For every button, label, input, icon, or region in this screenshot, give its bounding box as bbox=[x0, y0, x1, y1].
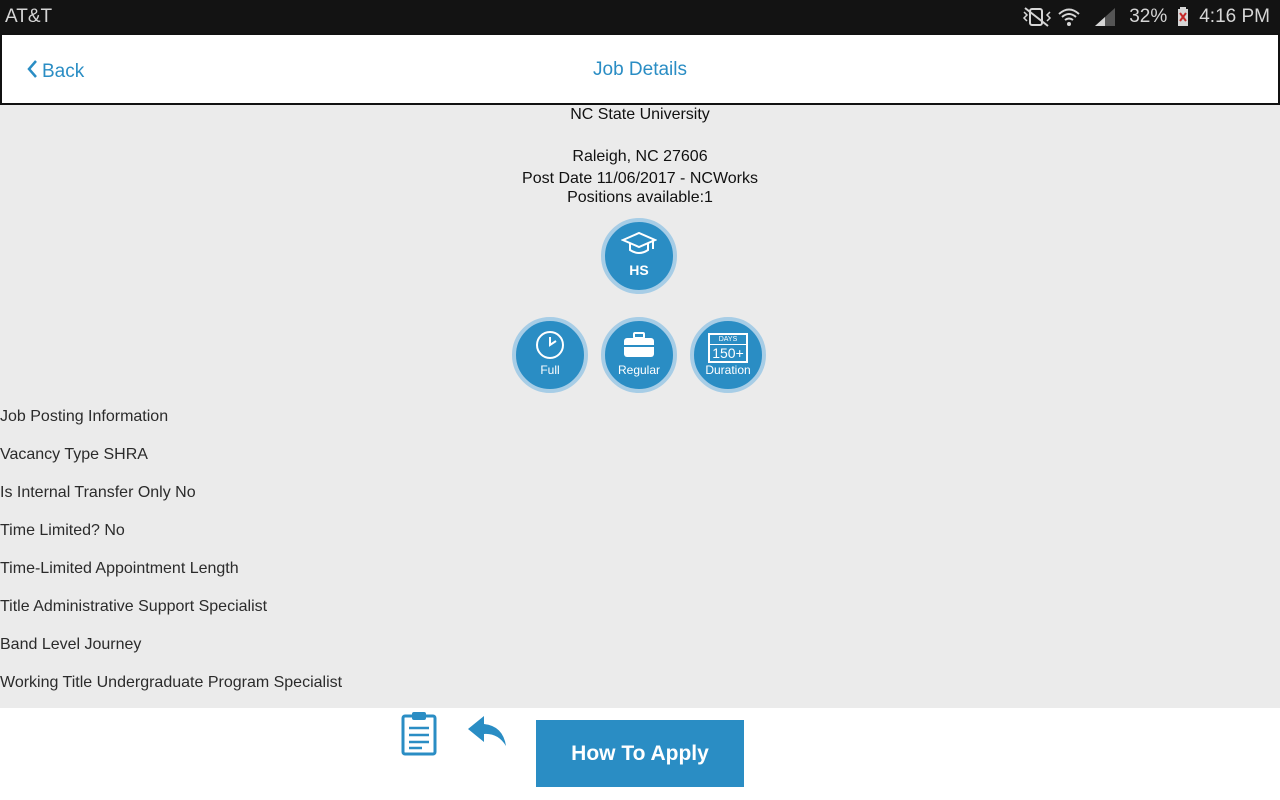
info-line: Time-Limited Appointment Length bbox=[0, 560, 239, 577]
job-type-label: Regular bbox=[617, 363, 661, 377]
page-title: Job Details bbox=[593, 59, 687, 80]
clock: 4:16 PM bbox=[1199, 6, 1270, 27]
info-line: Vacancy Type SHRA bbox=[0, 446, 148, 463]
battery-icon bbox=[1177, 7, 1189, 27]
job-type-badge: Regular bbox=[601, 317, 677, 393]
info-line: Band Level Journey bbox=[0, 636, 142, 653]
info-line: Title Administrative Support Specialist bbox=[0, 598, 268, 615]
info-line: Time Limited? No bbox=[0, 522, 125, 539]
job-location: Raleigh, NC 27606 bbox=[572, 148, 708, 165]
employer-name: NC State University bbox=[570, 106, 710, 123]
battery-percent: 32% bbox=[1129, 6, 1168, 27]
wifi-icon bbox=[1057, 7, 1083, 27]
job-details-content[interactable]: NC State University Raleigh, NC 27606 Po… bbox=[0, 105, 1280, 708]
reply-icon[interactable] bbox=[466, 714, 508, 755]
duration-days: DAYS bbox=[710, 335, 746, 345]
info-line: Is Internal Transfer Only No bbox=[0, 484, 196, 501]
post-date: Post Date 11/06/2017 - NCWorks bbox=[522, 170, 758, 187]
duration-badge: DAYS 150+ Duration bbox=[690, 317, 766, 393]
how-to-apply-button[interactable]: How To Apply bbox=[536, 720, 744, 787]
education-label: HS bbox=[629, 262, 649, 278]
carrier-label: AT&T bbox=[5, 6, 53, 27]
duration-label: Duration bbox=[705, 363, 751, 377]
status-icons: 32% 4:16 PM bbox=[1021, 6, 1270, 28]
education-badge: HS bbox=[601, 218, 677, 294]
schedule-label: Full bbox=[540, 363, 560, 377]
schedule-badge: Full bbox=[512, 317, 588, 393]
duration-value: 150+ bbox=[712, 345, 744, 361]
clock-icon bbox=[536, 331, 564, 359]
vibrate-mute-icon bbox=[1021, 7, 1052, 27]
info-line: Working Title Undergraduate Program Spec… bbox=[0, 674, 343, 691]
clipboard-icon[interactable] bbox=[400, 710, 438, 761]
briefcase-icon bbox=[624, 332, 654, 357]
info-line: Job Posting Information bbox=[0, 408, 169, 425]
positions-available: Positions available:1 bbox=[567, 189, 713, 206]
graduation-cap-icon bbox=[621, 231, 657, 254]
app-header: Back Job Details bbox=[0, 33, 1280, 105]
bottom-action-bar: How To Apply bbox=[0, 708, 1280, 800]
calendar-icon: DAYS 150+ bbox=[708, 333, 748, 363]
signal-icon bbox=[1093, 7, 1119, 27]
status-bar: AT&T 32% 4:16 PM bbox=[0, 0, 1280, 33]
